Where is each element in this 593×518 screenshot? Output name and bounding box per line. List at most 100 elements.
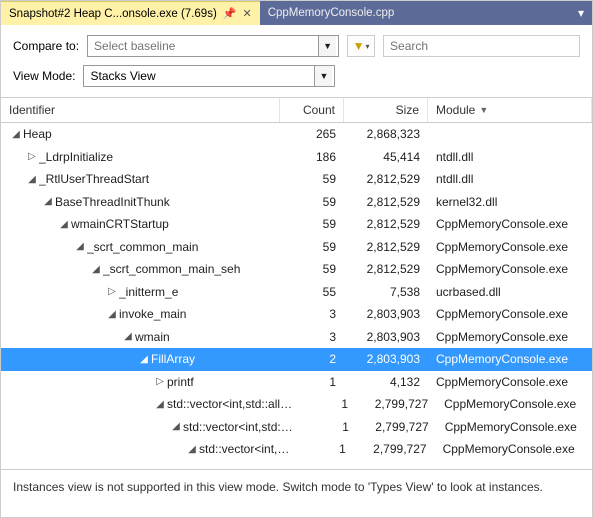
sort-indicator-icon: ▼ [479,105,488,115]
chevron-down-icon[interactable]: ▼ [318,36,336,56]
size-cell: 2,812,529 [344,262,428,276]
count-cell: 3 [280,307,344,321]
identifier-text: _scrt_common_main [87,240,198,254]
table-row[interactable]: ◢Heap2652,868,323 [1,123,592,146]
module-cell: CppMemoryConsole.exe [428,262,592,276]
collapse-icon[interactable]: ◢ [139,354,149,365]
size-cell: 2,799,727 [356,397,436,411]
identifier-text: _RtlUserThreadStart [39,172,149,186]
module-cell: CppMemoryConsole.exe [428,352,592,366]
count-cell: 59 [280,262,344,276]
identifier-text: printf [167,375,194,389]
collapse-icon[interactable]: ◢ [155,399,165,410]
expand-icon[interactable]: ▷ [107,286,117,297]
table-row[interactable]: ◢wmain 32,803,903CppMemoryConsole.exe [1,326,592,349]
grid-header: Identifier Count Size Module▼ [1,97,592,123]
table-row[interactable]: ◢_RtlUserThreadStart592,812,529ntdll.dll [1,168,592,191]
table-row[interactable]: ▷_LdrpInitialize18645,414ntdll.dll [1,146,592,169]
module-cell: CppMemoryConsole.exe [428,217,592,231]
filter-button[interactable]: ▼▾ [347,35,375,57]
collapse-icon[interactable]: ◢ [187,444,197,455]
column-identifier[interactable]: Identifier [1,98,280,122]
close-icon[interactable]: ✕ [242,7,251,20]
table-row[interactable]: ◢std::vector<int,std::al...12,799,727Cpp… [1,416,592,439]
count-cell: 1 [295,397,356,411]
module-cell: kernel32.dll [428,195,592,209]
baseline-combo[interactable]: ▼ [87,35,339,57]
table-row[interactable]: ◢_scrt_common_main_seh592,812,529CppMemo… [1,258,592,281]
collapse-icon[interactable]: ◢ [75,241,85,252]
table-row[interactable]: ◢std::vector<int,st...12,799,727CppMemor… [1,438,592,461]
collapse-icon[interactable]: ◢ [171,421,181,432]
search-input[interactable] [383,35,580,57]
table-row[interactable]: ◢BaseThreadInitThunk592,812,529kernel32.… [1,191,592,214]
table-row[interactable]: ▷printf 14,132CppMemoryConsole.exe [1,371,592,394]
table-row[interactable]: ▷_initterm_e 557,538ucrbased.dll [1,281,592,304]
expand-icon[interactable]: ▷ [27,151,37,162]
column-size[interactable]: Size [344,98,428,122]
size-cell: 7,538 [344,285,428,299]
identifier-text: wmainCRTStartup [71,217,169,231]
status-text: Instances view is not supported in this … [13,480,543,494]
size-cell: 2,812,529 [344,240,428,254]
identifier-text: invoke_main [119,307,186,321]
toolbar-row-2: View Mode: ▼ [1,63,592,97]
count-cell: 59 [280,217,344,231]
module-cell: CppMemoryConsole.exe [428,330,592,344]
viewmode-input[interactable] [84,66,314,86]
identifier-text: wmain [135,330,170,344]
count-cell: 186 [280,150,344,164]
pin-icon[interactable]: 📌 [223,7,237,20]
expand-icon[interactable]: ▷ [155,376,165,387]
size-cell: 2,803,903 [344,330,428,344]
module-cell: ntdll.dll [428,150,592,164]
collapse-icon[interactable]: ◢ [107,309,117,320]
status-bar: Instances view is not supported in this … [1,469,592,504]
count-cell: 1 [280,375,344,389]
table-row[interactable]: ◢std::vector<int,std::alloc...12,799,727… [1,393,592,416]
count-cell: 3 [280,330,344,344]
chevron-down-icon[interactable]: ▼ [314,66,332,86]
size-cell: 2,812,529 [344,172,428,186]
tab-snapshot[interactable]: Snapshot#2 Heap C...onsole.exe (7.69s) 📌… [1,1,260,25]
collapse-icon[interactable]: ◢ [91,264,101,275]
viewmode-label: View Mode: [13,69,75,83]
compare-label: Compare to: [13,39,79,53]
module-cell: CppMemoryConsole.exe [428,375,592,389]
collapse-icon[interactable]: ◢ [27,174,37,185]
identifier-text: std::vector<int,std::alloc... [167,397,295,411]
size-cell: 4,132 [344,375,428,389]
size-cell: 2,812,529 [344,195,428,209]
identifier-text: std::vector<int,std::al... [183,420,296,434]
collapse-icon[interactable]: ◢ [11,129,21,140]
baseline-input[interactable] [88,36,318,56]
module-cell: ucrbased.dll [428,285,592,299]
count-cell: 55 [280,285,344,299]
collapse-icon[interactable]: ◢ [43,196,53,207]
table-row[interactable]: ◢wmainCRTStartup592,812,529CppMemoryCons… [1,213,592,236]
identifier-text: std::vector<int,st... [199,442,292,456]
collapse-icon[interactable]: ◢ [123,331,133,342]
collapse-icon[interactable]: ◢ [59,219,69,230]
viewmode-combo[interactable]: ▼ [83,65,335,87]
module-cell: CppMemoryConsole.exe [435,442,592,456]
count-cell: 59 [280,240,344,254]
count-cell: 2 [280,352,344,366]
filter-icon: ▼ [353,39,365,53]
identifier-text: Heap [23,127,52,141]
table-row[interactable]: ◢FillArray22,803,903CppMemoryConsole.exe [1,348,592,371]
tab-overflow[interactable]: ▾ [570,1,592,25]
column-count[interactable]: Count [280,98,344,122]
column-module[interactable]: Module▼ [428,98,592,122]
count-cell: 265 [280,127,344,141]
table-row[interactable]: ◢invoke_main32,803,903CppMemoryConsole.e… [1,303,592,326]
table-row[interactable]: ◢_scrt_common_main592,812,529CppMemoryCo… [1,236,592,259]
count-cell: 59 [280,172,344,186]
module-cell: CppMemoryConsole.exe [436,397,592,411]
size-cell: 2,799,727 [354,442,435,456]
tab-label: Snapshot#2 Heap C...onsole.exe (7.69s) [9,8,217,20]
identifier-text: _initterm_e [119,285,178,299]
identifier-text: BaseThreadInitThunk [55,195,170,209]
grid-body[interactable]: ◢Heap2652,868,323▷_LdrpInitialize18645,4… [1,123,592,469]
tab-sourcefile[interactable]: CppMemoryConsole.cpp [260,1,403,25]
